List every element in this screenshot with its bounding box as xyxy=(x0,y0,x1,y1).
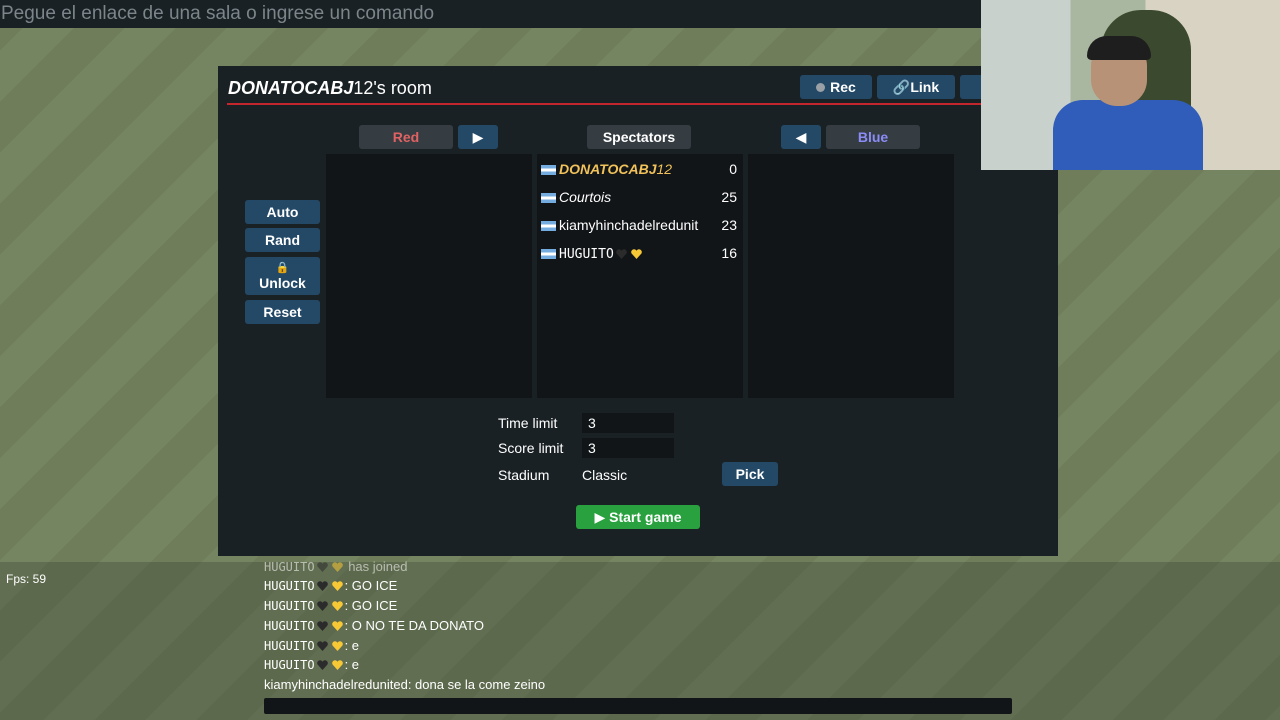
chat-message: HUGUITO: e xyxy=(264,638,360,653)
chat-message: kiamyhinchadelredunited: dona se la come… xyxy=(264,677,546,692)
reset-button[interactable]: Reset xyxy=(245,300,320,324)
link-button[interactable]: 🔗Link xyxy=(877,75,955,99)
stadium-value: Classic xyxy=(582,467,628,483)
yellow-heart-icon xyxy=(331,601,343,611)
start-game-button[interactable]: ▶ Start game xyxy=(576,505,700,529)
chat-message: HUGUITO: GO ICE xyxy=(264,578,398,593)
time-limit-input[interactable]: 3 xyxy=(582,413,674,433)
black-heart-icon xyxy=(316,660,328,670)
stadium-label: Stadium xyxy=(498,467,550,483)
list-item[interactable]: Courtois 25 xyxy=(541,187,737,207)
argentina-flag-icon xyxy=(541,249,556,259)
blue-team-list[interactable] xyxy=(748,154,954,398)
chat-message: HUGUITO: GO ICE xyxy=(264,598,398,613)
yellow-heart-icon xyxy=(331,621,343,631)
black-heart-icon xyxy=(316,581,328,591)
room-title: DONATOCABJ12's room xyxy=(228,78,432,98)
chat-message: HUGUITO has joined xyxy=(264,559,408,574)
black-heart-icon xyxy=(316,621,328,631)
red-team-header[interactable]: Red xyxy=(359,125,453,149)
blue-team-header[interactable]: Blue xyxy=(826,125,920,149)
link-icon: 🔗 xyxy=(892,79,911,95)
room-panel: DONATOCABJ12's room Rec 🔗Link Red ▶ Spec… xyxy=(218,66,1058,556)
command-placeholder: Pegue el enlace de una sala o ingrese un… xyxy=(1,3,435,24)
black-heart-icon xyxy=(615,249,627,259)
record-icon xyxy=(816,83,826,92)
fps-counter: Fps: 59 xyxy=(6,572,47,586)
yellow-heart-icon xyxy=(630,249,642,259)
person-shirt xyxy=(1053,100,1203,170)
yellow-heart-icon xyxy=(331,641,343,651)
chat-input[interactable] xyxy=(264,698,1012,714)
play-icon: ▶ xyxy=(594,509,610,525)
unlock-button[interactable]: 🔒 Unlock xyxy=(245,257,320,295)
move-to-red-button[interactable]: ▶ xyxy=(458,125,498,149)
argentina-flag-icon xyxy=(541,165,556,175)
chat-message: HUGUITO: e xyxy=(264,657,360,672)
move-to-blue-button[interactable]: ◀ xyxy=(781,125,821,149)
spectators-list[interactable]: DONATOCABJ12 0 Courtois 25 kiamyhinchade… xyxy=(537,154,743,398)
yellow-heart-icon xyxy=(331,562,343,572)
list-item[interactable]: DONATOCABJ12 0 xyxy=(541,159,737,179)
yellow-heart-icon xyxy=(331,581,343,591)
score-limit-input[interactable]: 3 xyxy=(582,438,674,458)
black-heart-icon xyxy=(316,601,328,611)
title-divider xyxy=(227,103,987,105)
time-limit-label: Time limit xyxy=(498,415,558,431)
list-item[interactable]: HUGUITO 16 xyxy=(541,243,737,263)
person-hair xyxy=(1087,36,1151,60)
spectators-header[interactable]: Spectators xyxy=(587,125,691,149)
score-limit-label: Score limit xyxy=(498,440,564,456)
arrow-right-icon: ▶ xyxy=(472,129,484,145)
yellow-heart-icon xyxy=(331,660,343,670)
arrow-left-icon: ◀ xyxy=(795,129,807,145)
red-team-list[interactable] xyxy=(326,154,532,398)
argentina-flag-icon xyxy=(541,193,556,203)
auto-button[interactable]: Auto xyxy=(245,200,320,224)
lock-icon: 🔒 xyxy=(275,262,290,274)
rec-button[interactable]: Rec xyxy=(800,75,872,99)
chat-panel xyxy=(0,562,1280,720)
rand-button[interactable]: Rand xyxy=(245,228,320,252)
list-item[interactable]: kiamyhinchadelredunit 23 xyxy=(541,215,737,235)
webcam-overlay xyxy=(981,0,1280,170)
pick-stadium-button[interactable]: Pick xyxy=(722,462,778,486)
chat-message: HUGUITO: O NO TE DA DONATO xyxy=(264,618,484,633)
black-heart-icon xyxy=(316,562,328,572)
black-heart-icon xyxy=(316,641,328,651)
argentina-flag-icon xyxy=(541,221,556,231)
